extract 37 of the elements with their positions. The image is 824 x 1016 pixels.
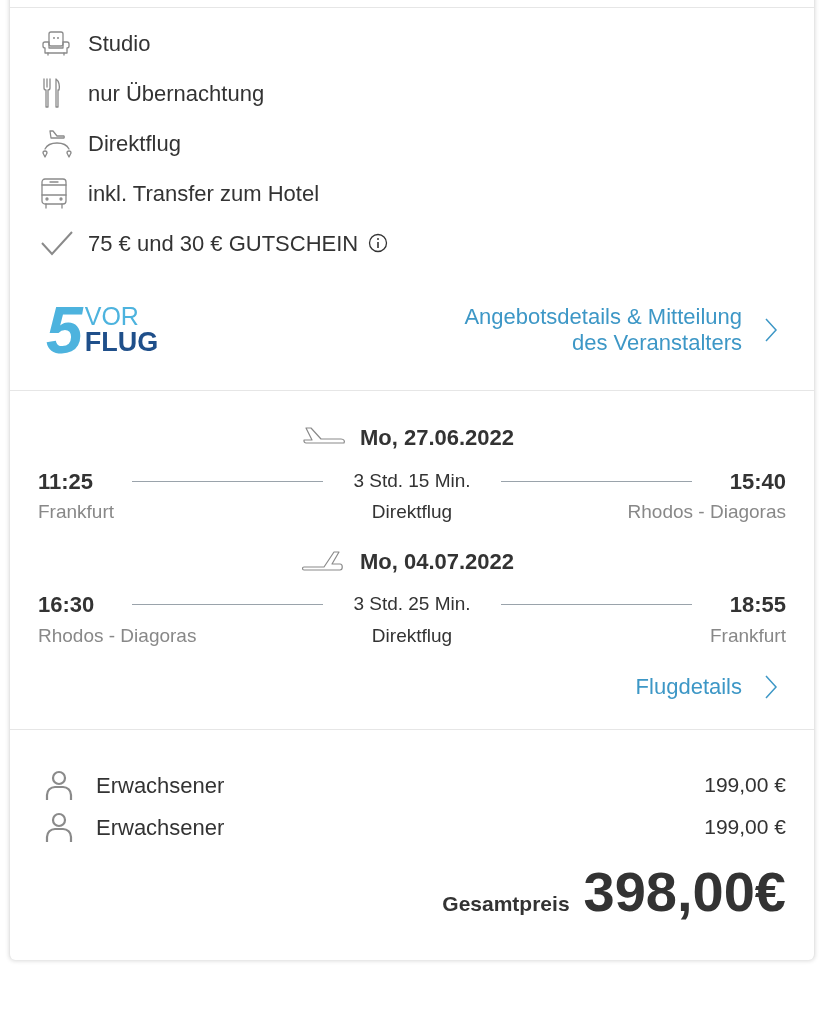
total-price-label: Gesamtpreis bbox=[442, 891, 570, 917]
feature-text: Direktflug bbox=[88, 129, 181, 158]
feature-text: inkl. Transfer zum Hotel bbox=[88, 179, 320, 208]
person-icon bbox=[44, 811, 74, 843]
arrival-time: 18:55 bbox=[728, 591, 786, 619]
info-icon[interactable] bbox=[368, 233, 389, 253]
flight-details-link[interactable]: Flugdetails bbox=[635, 670, 778, 703]
flight-date: Mo, 27.06.2022 bbox=[359, 424, 515, 452]
feature-text: Studio bbox=[88, 29, 151, 58]
flight-type: Direktflug bbox=[371, 500, 453, 524]
flight-duration: 3 Std. 15 Min. bbox=[352, 468, 472, 493]
departure-time: 11:25 bbox=[38, 467, 95, 496]
arrival-time: 15:40 bbox=[728, 467, 786, 496]
checkmark-icon bbox=[40, 230, 74, 256]
chevron-right-icon bbox=[764, 317, 778, 343]
traveller-type: Erwachsener bbox=[96, 771, 226, 800]
arrival-airport: Rhodos - Diagoras bbox=[627, 500, 786, 524]
person-icon bbox=[44, 769, 74, 801]
traveller-price: 199,00 € bbox=[704, 772, 786, 799]
bus-icon bbox=[40, 177, 68, 209]
arrival-airport: Frankfurt bbox=[709, 623, 786, 648]
traveller-price: 199,00 € bbox=[704, 814, 786, 841]
armchair-icon bbox=[40, 29, 72, 57]
departure-airport: Frankfurt bbox=[38, 500, 115, 524]
offer-details-link[interactable]: Angebotsdetails & Mitteilung des Veranstalters bbox=[442, 304, 778, 356]
traveller-type: Erwachsener bbox=[96, 813, 226, 842]
total-price: 398,00€ bbox=[583, 862, 786, 922]
flight-duration: 3 Std. 25 Min. bbox=[352, 592, 472, 617]
departure-airport: Rhodos - Diagoras bbox=[38, 623, 197, 648]
departure-time: 16:30 bbox=[38, 591, 96, 619]
flight-type: Direktflug bbox=[371, 623, 453, 648]
plane-route-icon bbox=[40, 127, 74, 159]
flight-date: Mo, 04.07.2022 bbox=[359, 547, 515, 576]
feature-text: nur Übernachtung bbox=[88, 79, 265, 108]
chevron-right-icon bbox=[764, 673, 778, 700]
plane-icon bbox=[299, 549, 346, 573]
feature-text: 75 € und 30 € GUTSCHEIN bbox=[88, 229, 359, 258]
